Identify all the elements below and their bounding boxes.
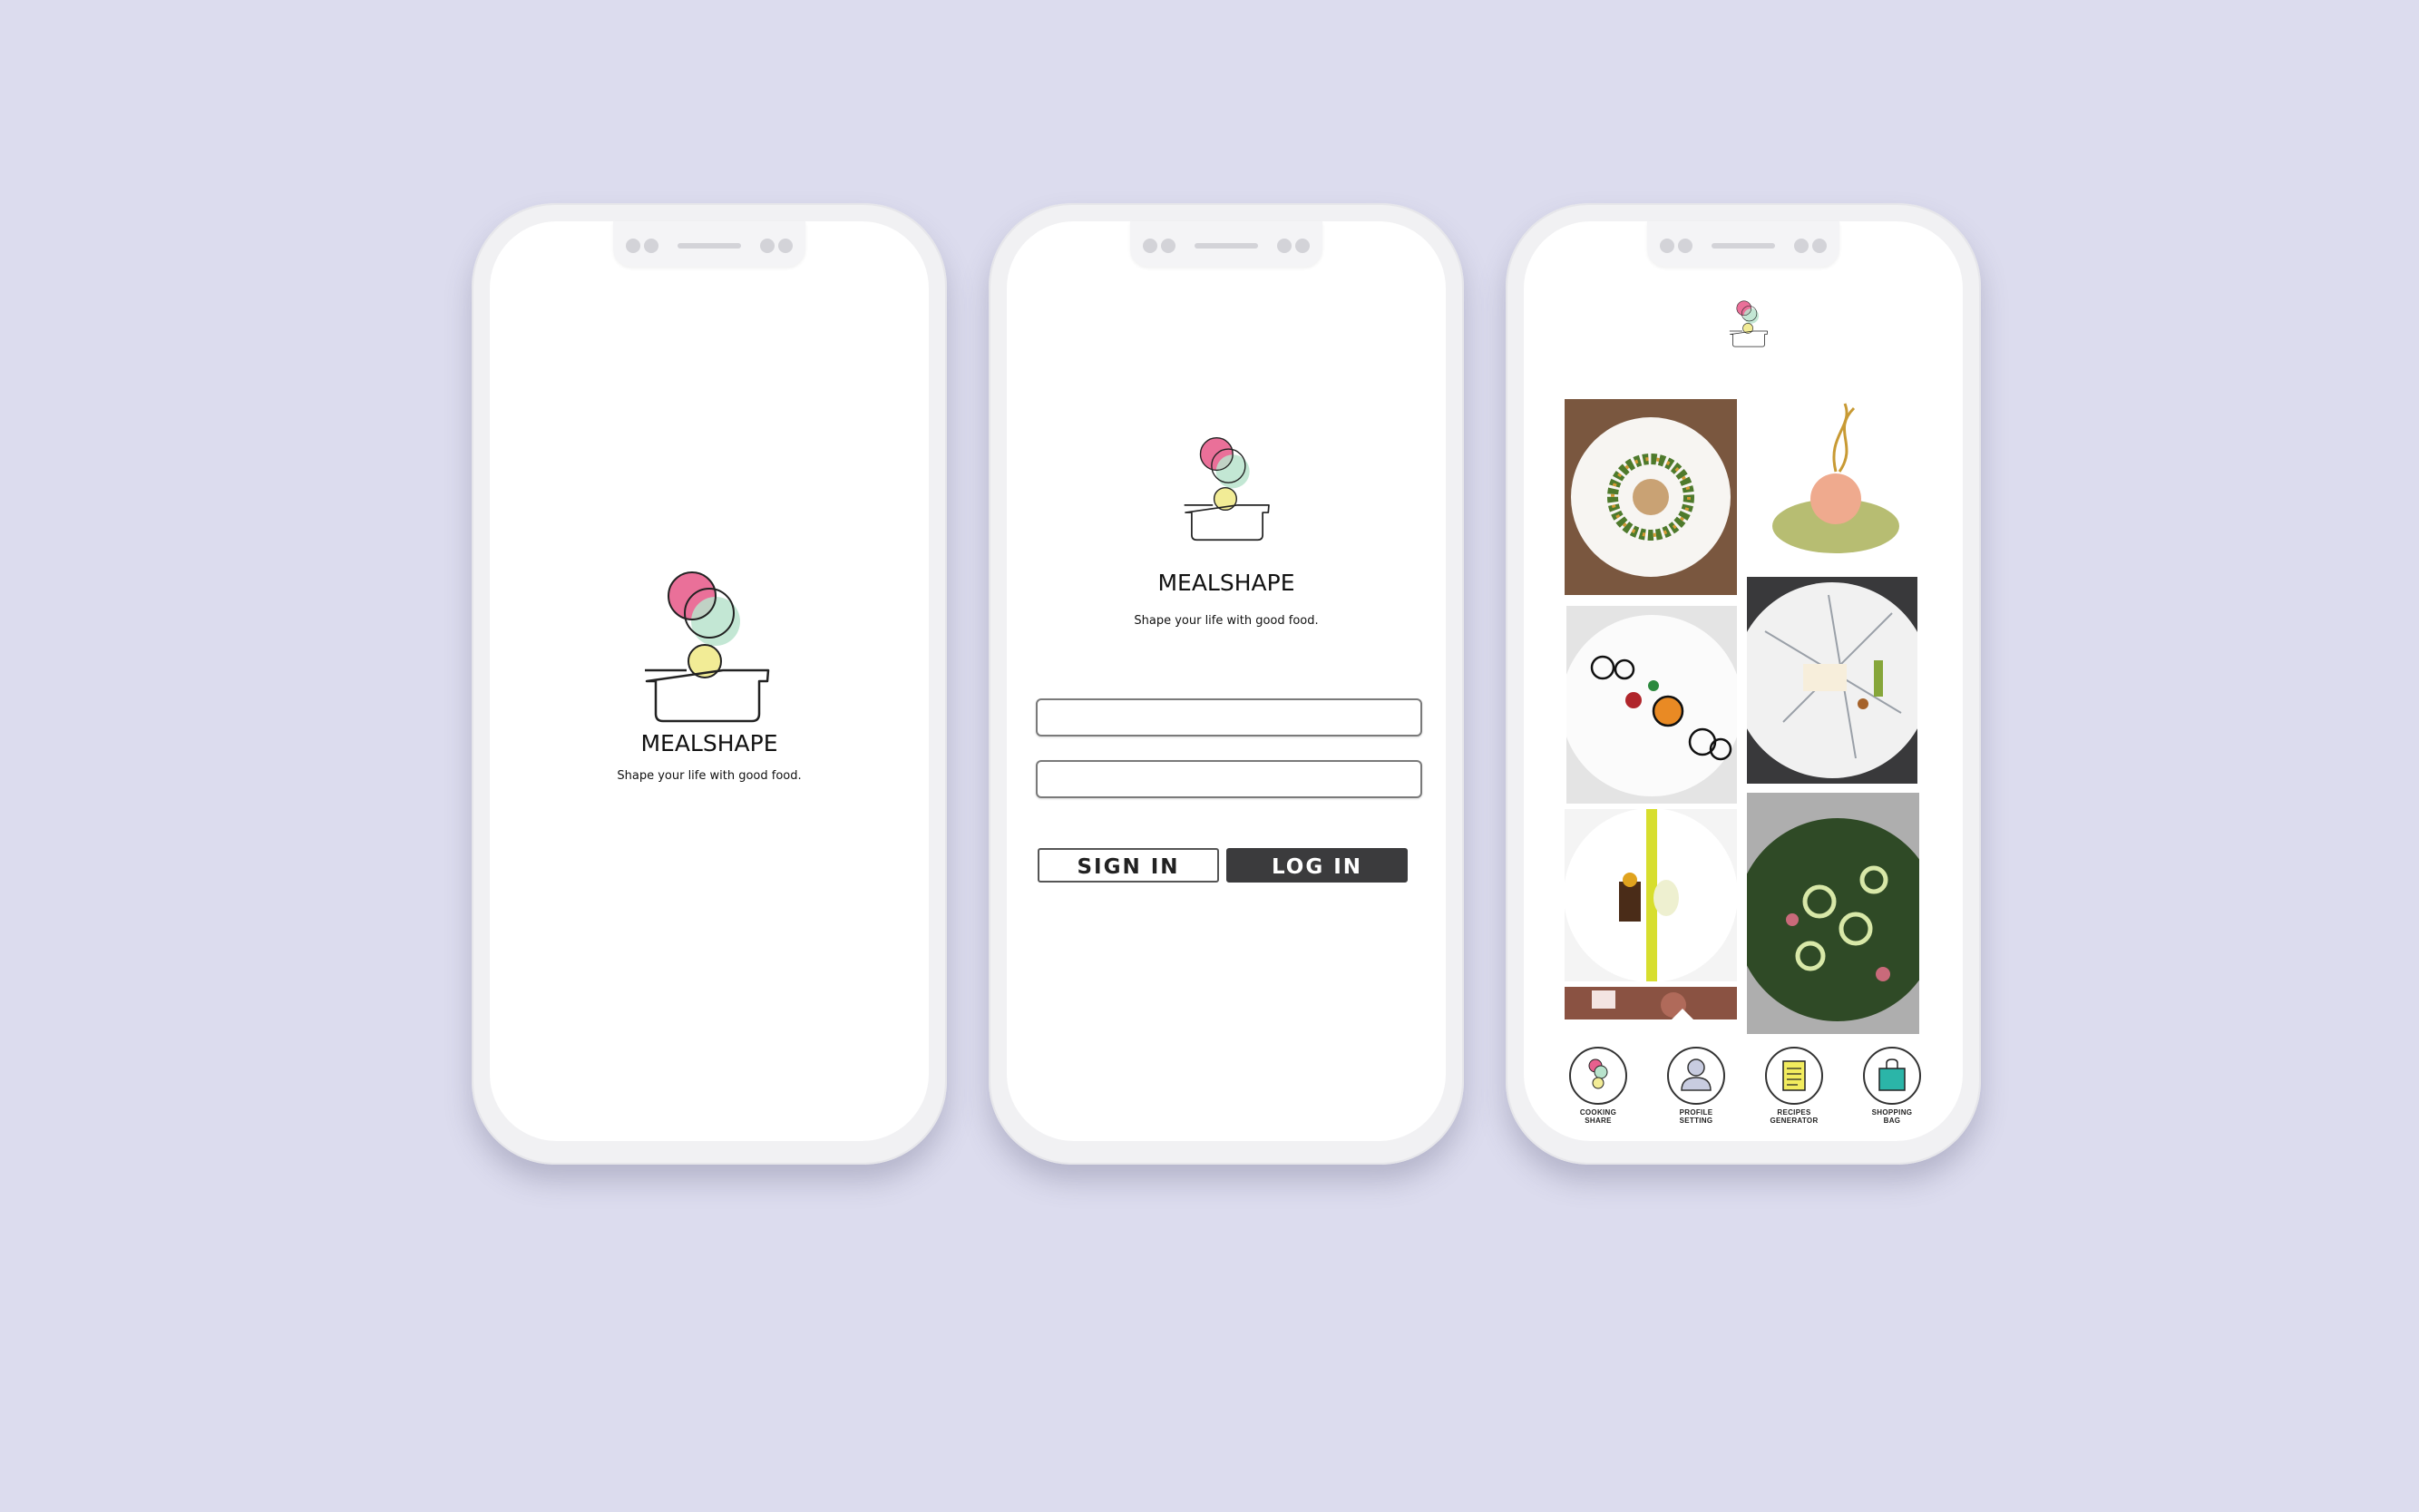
profile-icon xyxy=(1681,1058,1712,1091)
nav-profile-setting[interactable]: PROFILE SETTING xyxy=(1660,1047,1732,1125)
mealshape-logo xyxy=(1183,436,1270,541)
brand-title: MEALSHAPE xyxy=(1157,570,1295,596)
log-in-button[interactable]: LOG IN xyxy=(1226,848,1408,883)
recipe-document-icon xyxy=(1782,1060,1806,1091)
nav-recipes-generator[interactable]: RECIPES GENERATOR xyxy=(1758,1047,1830,1125)
feed-tile-citrus-broth[interactable] xyxy=(1745,399,1917,571)
phone-notch xyxy=(1647,221,1839,267)
phone-notch xyxy=(1130,221,1322,267)
login-screen: MEALSHAPE Shape your life with good food… xyxy=(1007,221,1446,1141)
cooking-share-icon xyxy=(1588,1058,1608,1089)
feed-tile-plate-ring[interactable] xyxy=(1565,399,1737,595)
feed-tile-black-rings[interactable] xyxy=(1566,606,1737,804)
sign-in-button[interactable]: SIGN IN xyxy=(1038,848,1219,883)
phone-notch xyxy=(613,221,805,267)
feed-screen: COOKING SHARE PROFILE SETTING RECIPES GENER… xyxy=(1524,221,1963,1141)
nav-label: SHOPPING BAG xyxy=(1871,1108,1913,1125)
mealshape-logo xyxy=(1729,300,1768,347)
nav-label: PROFILE SETTING xyxy=(1679,1108,1713,1125)
feed-tile-white-plate-lines[interactable] xyxy=(1747,577,1917,784)
brand-title: MEALSHAPE xyxy=(640,730,778,756)
splash-screen: MEALSHAPE Shape your life with good food… xyxy=(490,221,929,1141)
shopping-bag-icon xyxy=(1878,1058,1906,1091)
phone-feed: COOKING SHARE PROFILE SETTING RECIPES GENER… xyxy=(1506,203,1981,1165)
nav-cooking-share[interactable]: COOKING SHARE xyxy=(1562,1047,1634,1125)
feed-tile-yellow-stripe[interactable] xyxy=(1565,809,1737,981)
phone-login: MEALSHAPE Shape your life with good food… xyxy=(989,203,1464,1165)
mealshape-logo xyxy=(643,571,770,723)
password-field[interactable] xyxy=(1036,760,1422,798)
nav-label: RECIPES GENERATOR xyxy=(1770,1108,1819,1125)
brand-tagline: Shape your life with good food. xyxy=(617,769,802,783)
feed-tile-green-salad[interactable] xyxy=(1747,793,1919,1034)
brand-tagline: Shape your life with good food. xyxy=(1134,614,1319,628)
phone-splash: MEALSHAPE Shape your life with good food… xyxy=(472,203,947,1165)
nav-label: COOKING SHARE xyxy=(1579,1108,1617,1125)
feed-tile-dessert-partial[interactable] xyxy=(1565,987,1737,1019)
username-field[interactable] xyxy=(1036,698,1422,736)
nav-shopping-bag[interactable]: SHOPPING BAG xyxy=(1856,1047,1928,1125)
